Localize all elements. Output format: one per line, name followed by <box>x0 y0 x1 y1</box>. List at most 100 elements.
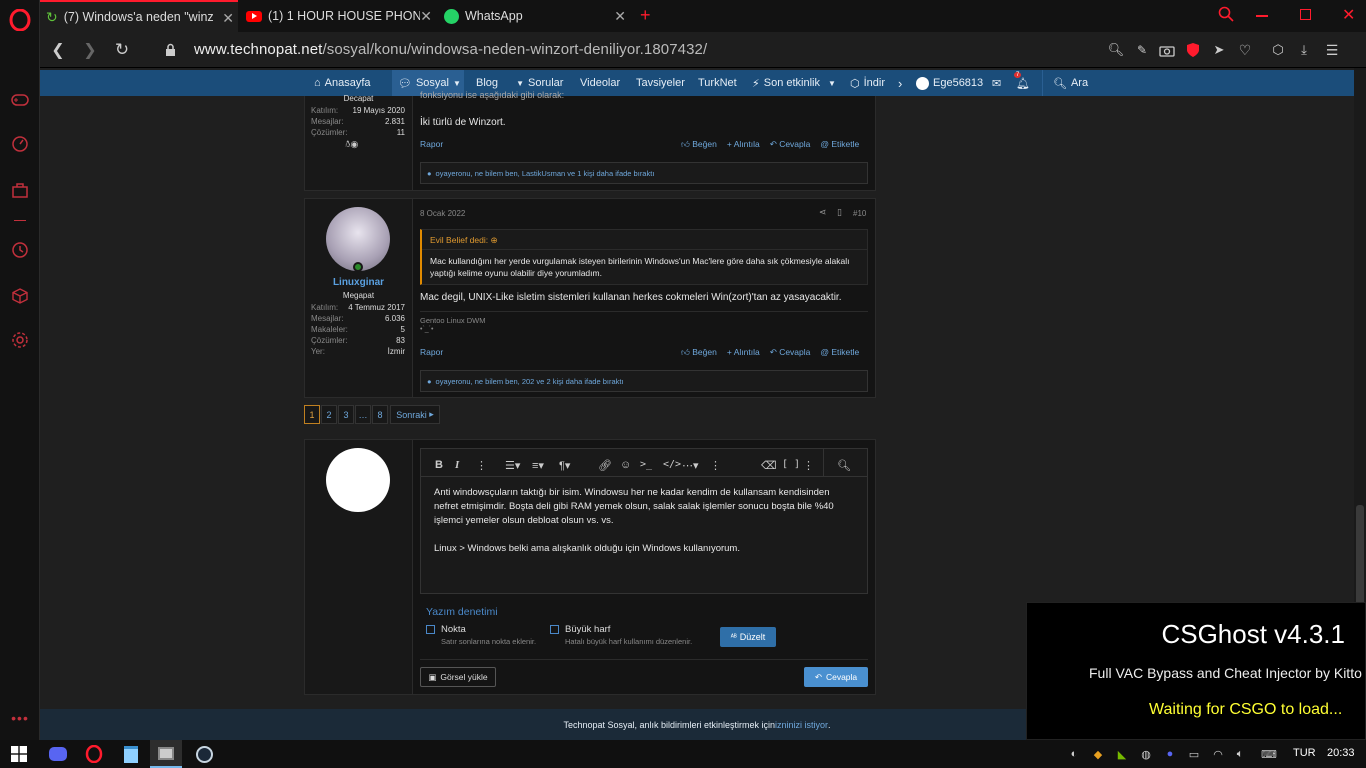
tray-discord-icon[interactable]: ● <box>1162 746 1178 762</box>
quote-button[interactable]: + Alıntıla <box>727 139 760 150</box>
preview-icon[interactable]: 🔍︎ <box>837 459 851 472</box>
tray-app-icon[interactable]: ◆ <box>1090 746 1106 762</box>
share-icon[interactable]: ⋖ <box>819 207 827 218</box>
language-indicator[interactable]: TUR <box>1293 747 1316 759</box>
bold-icon[interactable]: B <box>435 459 443 471</box>
reload-icon[interactable]: ↻ <box>112 40 132 60</box>
volume-icon[interactable]: 🔈︎ <box>1232 746 1248 762</box>
menu-icon[interactable]: ☰ <box>1322 40 1342 60</box>
alerts-bell-icon[interactable]: 🔔︎ 7 <box>1014 70 1030 96</box>
next-page-button[interactable]: Sonraki ▸ <box>390 405 440 424</box>
gamepad-icon[interactable] <box>8 88 32 112</box>
windows-start-icon[interactable] <box>9 744 29 764</box>
tray-battery-icon[interactable]: ▭ <box>1186 746 1202 762</box>
reply-button[interactable]: ↶ Cevapla <box>770 139 811 150</box>
tag-button[interactable]: @ Etiketle <box>820 139 859 150</box>
nav-scroll-right-icon[interactable]: › <box>898 70 902 96</box>
nvidia-icon[interactable]: ◣ <box>1114 746 1130 762</box>
wifi-icon[interactable]: ◠ <box>1210 746 1226 762</box>
scrollbar-thumb[interactable] <box>1356 505 1364 605</box>
permission-link[interactable]: izninizi istiyor <box>775 720 828 730</box>
speedometer-icon[interactable] <box>8 132 32 156</box>
nav-turknet[interactable]: TurkNet <box>698 70 737 96</box>
post-date[interactable]: 8 Ocak 2022 <box>420 209 465 218</box>
opera-logo-icon[interactable] <box>8 8 32 32</box>
adblock-shield-icon[interactable] <box>1183 40 1203 60</box>
more-vertical-icon[interactable]: ⋮ <box>803 459 814 472</box>
notepad-icon[interactable] <box>121 744 141 764</box>
align-icon[interactable]: ≡▾ <box>532 459 544 472</box>
quote-author[interactable]: Evil Belief dedi: ⊕ <box>430 235 498 246</box>
italic-icon[interactable]: I <box>455 459 459 471</box>
capital-checkbox[interactable] <box>550 625 559 634</box>
tab-close-icon[interactable]: ✕ <box>614 8 626 25</box>
settings-gear-icon[interactable] <box>8 328 32 352</box>
paragraph-icon[interactable]: ¶▾ <box>559 459 570 472</box>
code-inline-icon[interactable]: >_ <box>640 459 652 470</box>
tray-network-app-icon[interactable]: ◐ <box>1066 746 1082 762</box>
period-checkbox[interactable] <box>426 625 435 634</box>
history-icon[interactable] <box>8 238 32 262</box>
nav-recent-activity[interactable]: ⚡︎ Son etkinlik ▼ <box>752 70 852 96</box>
steam-icon[interactable] <box>194 744 214 764</box>
tab-close-icon[interactable]: ✕ <box>222 10 234 27</box>
more-dots-icon[interactable]: ••• <box>8 706 32 730</box>
tab-youtube[interactable]: (1) 1 HOUR HOUSE PHONK ✕ <box>240 0 436 32</box>
forward-icon[interactable]: ❯ <box>80 40 100 60</box>
like-button[interactable]: 👍︎ Beğen <box>681 139 717 150</box>
bookmark-heart-icon[interactable]: ♡ <box>1235 40 1255 60</box>
submit-reply-button[interactable]: ↶ Cevapla <box>804 667 868 687</box>
maximize-icon[interactable] <box>1300 9 1311 20</box>
quote-button[interactable]: + Alıntıla <box>727 347 760 358</box>
tag-button[interactable]: @ Etiketle <box>820 347 859 358</box>
page-ellipsis[interactable]: … <box>355 405 371 424</box>
page-3[interactable]: 3 <box>338 405 354 424</box>
back-icon[interactable]: ❮ <box>48 40 68 60</box>
more-vertical-icon[interactable]: ⋮ <box>476 459 487 472</box>
report-link[interactable]: Rapor <box>420 139 443 149</box>
zoom-search-icon[interactable]: 🔍︎ <box>1106 40 1126 60</box>
url-field[interactable]: www.technopat.net/sosyal/konu/windowsa-n… <box>194 41 707 58</box>
upload-image-button[interactable]: ▣ Görsel yükle <box>420 667 496 687</box>
snapshot-cube-icon[interactable]: ⬡ <box>1268 40 1288 60</box>
minimize-icon[interactable] <box>1256 15 1268 17</box>
nav-recommendations[interactable]: Tavsiyeler <box>636 70 685 96</box>
emoji-icon[interactable]: ☺ <box>620 459 631 471</box>
nav-user[interactable]: Ege56813 <box>916 70 983 96</box>
send-icon[interactable]: ➤ <box>1209 40 1229 60</box>
page-2[interactable]: 2 <box>321 405 337 424</box>
code-block-icon[interactable]: </> <box>663 459 681 470</box>
username[interactable]: Linuxginar <box>305 277 412 288</box>
page-1[interactable]: 1 <box>304 405 320 424</box>
nav-home[interactable]: ⌂ Anasayfa <box>308 70 377 96</box>
nav-download[interactable]: ⬡ İndir <box>850 70 885 96</box>
reply-button[interactable]: ↶ Cevapla <box>770 347 811 358</box>
more-vertical-icon[interactable]: ⋮ <box>710 459 721 472</box>
opera-taskbar-icon[interactable] <box>84 744 104 764</box>
keyboard-icon[interactable]: ⌨ <box>1258 746 1280 762</box>
reactions-bar[interactable]: ● oyayeronu, ne bilem ben, 202 ve 2 kişi … <box>420 370 868 392</box>
active-app-icon[interactable] <box>150 740 182 768</box>
like-button[interactable]: 👍︎ Beğen <box>681 347 717 358</box>
bookmark-icon[interactable]: ▯ <box>837 207 842 218</box>
clock[interactable]: 20:33 <box>1327 747 1355 759</box>
message-textarea[interactable]: Anti windowsçuların taktığı bir isim. Wi… <box>421 478 867 594</box>
edit-icon[interactable]: ✎ <box>1132 40 1152 60</box>
more-horizontal-icon[interactable]: ⋯▾ <box>682 459 699 472</box>
fix-button[interactable]: ᴬᴮ Düzelt <box>720 627 776 647</box>
list-icon[interactable]: ☰▾ <box>505 459 520 472</box>
bbcode-toggle-icon[interactable]: [ ] <box>782 459 800 470</box>
new-tab-plus-icon[interactable]: + <box>640 5 651 26</box>
tray-steam-icon[interactable]: ◍ <box>1138 746 1154 762</box>
post-number[interactable]: #10 <box>853 209 866 218</box>
extensions-cube-icon[interactable] <box>8 284 32 308</box>
nav-search[interactable]: 🔍︎ Ara <box>1042 70 1088 96</box>
shop-icon[interactable] <box>8 178 32 202</box>
page-8[interactable]: 8 <box>372 405 388 424</box>
inbox-envelope-icon[interactable]: ✉ <box>992 70 1001 96</box>
tab-technopat[interactable]: ↻ (7) Windows'a neden "winz ✕ <box>40 0 238 32</box>
nav-videos[interactable]: Videolar <box>580 70 620 96</box>
camera-icon[interactable] <box>1157 40 1177 60</box>
tab-close-icon[interactable]: ✕ <box>420 8 432 25</box>
link-icon[interactable]: 🔗︎ <box>598 459 612 472</box>
